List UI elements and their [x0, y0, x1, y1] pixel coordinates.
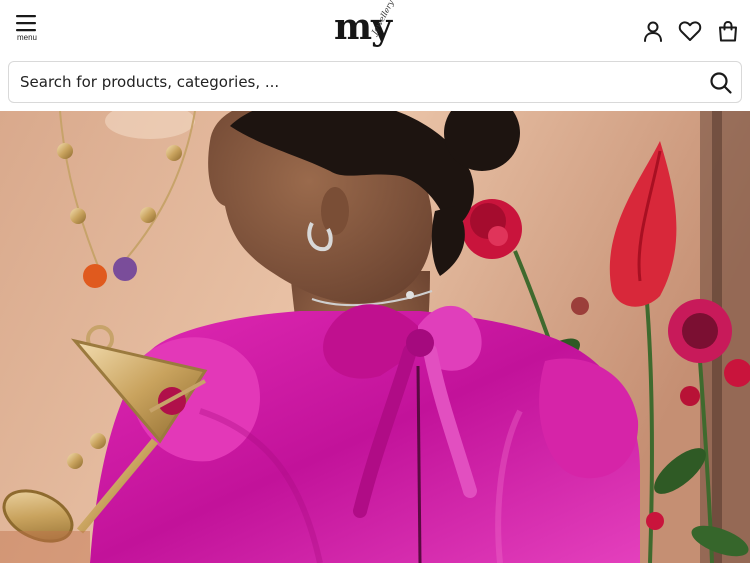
- search-input[interactable]: [20, 62, 700, 102]
- search-bar: [8, 61, 742, 103]
- shopping-bag-icon: [719, 21, 737, 42]
- cart-button[interactable]: [715, 18, 741, 44]
- menu-button[interactable]: menu: [10, 14, 44, 48]
- hero-banner[interactable]: [0, 111, 750, 563]
- heart-icon: [678, 21, 702, 41]
- site-header: menu my Jewellery: [0, 0, 750, 58]
- search-icon: [710, 72, 732, 94]
- account-button[interactable]: [640, 18, 666, 44]
- hamburger-menu-icon: [16, 15, 36, 32]
- user-icon: [644, 21, 662, 42]
- menu-label: menu: [16, 33, 37, 42]
- wishlist-button[interactable]: [677, 18, 703, 44]
- search-button[interactable]: [709, 71, 733, 95]
- brand-logo[interactable]: my Jewellery: [332, 0, 412, 52]
- hero-image: [0, 111, 750, 563]
- blouse: [90, 304, 640, 563]
